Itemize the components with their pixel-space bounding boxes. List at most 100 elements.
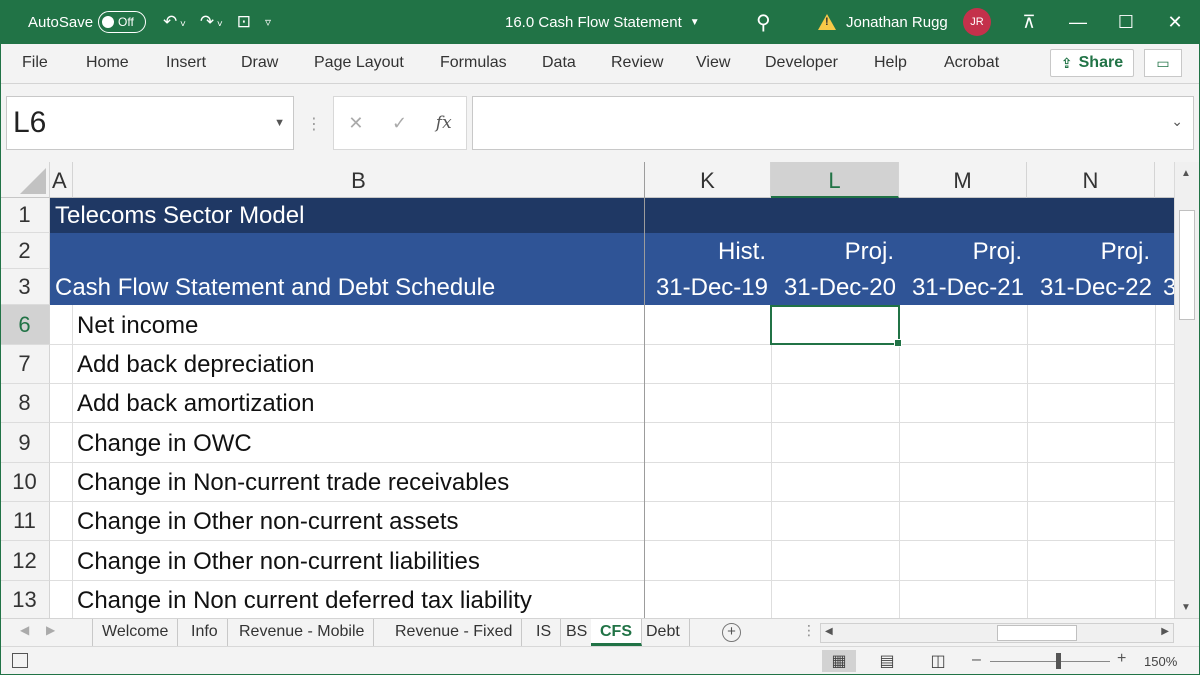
chevron-down-icon[interactable]: ▼	[274, 97, 285, 149]
row-header-1[interactable]: 1	[0, 198, 50, 233]
period-type-k[interactable]: Hist.	[645, 238, 766, 266]
scroll-left-icon[interactable]: ◀	[825, 626, 833, 637]
period-type-l[interactable]: Proj.	[771, 238, 894, 266]
page-layout-view-icon[interactable]: ▤	[870, 650, 904, 672]
zoom-slider[interactable]	[990, 661, 1110, 662]
sheet-tab-cfs[interactable]: CFS	[591, 619, 642, 646]
next-sheet-icon[interactable]: ▶	[46, 623, 55, 637]
camera-icon[interactable]: ⊡	[237, 12, 251, 32]
tab-formulas[interactable]: Formulas	[440, 44, 507, 84]
column-header-n[interactable]: N	[1027, 162, 1155, 198]
row-header-2[interactable]: 2	[0, 233, 50, 269]
normal-view-icon[interactable]: ▦	[822, 650, 856, 672]
scroll-up-icon[interactable]: ▲	[1181, 168, 1191, 179]
tab-file[interactable]: File	[22, 44, 48, 84]
tab-insert[interactable]: Insert	[166, 44, 206, 84]
line-item-owc[interactable]: Change in OWC	[77, 430, 252, 458]
row-header-11[interactable]: 11	[0, 502, 50, 541]
maximize-icon[interactable]: ☐	[1106, 0, 1146, 44]
tab-help[interactable]: Help	[874, 44, 907, 84]
scroll-down-icon[interactable]: ▼	[1181, 602, 1191, 613]
sheet-tab-revenue-fixed[interactable]: Revenue - Fixed	[386, 619, 523, 646]
scroll-thumb[interactable]	[997, 625, 1077, 641]
zoom-in-icon[interactable]: +	[1117, 650, 1126, 668]
vertical-scrollbar[interactable]: ▲ ▼	[1174, 162, 1200, 618]
horizontal-scrollbar[interactable]: ◀ ▶	[820, 623, 1174, 643]
line-item-nc-liabilities[interactable]: Change in Other non-current liabilities	[77, 548, 480, 576]
period-type-m[interactable]: Proj.	[899, 238, 1022, 266]
row-header-7[interactable]: 7	[0, 345, 50, 384]
tab-data[interactable]: Data	[542, 44, 576, 84]
tab-developer[interactable]: Developer	[765, 44, 838, 84]
zoom-level[interactable]: 150%	[1144, 654, 1177, 669]
search-icon[interactable]: ⚲	[756, 0, 771, 44]
undo-icon[interactable]: ↶ ˅	[163, 12, 186, 32]
close-icon[interactable]: ✕	[1155, 0, 1195, 44]
column-header-k[interactable]: K	[645, 162, 771, 198]
comments-button[interactable]: ▭	[1144, 49, 1182, 77]
line-item-net-income[interactable]: Net income	[77, 312, 198, 340]
tab-acrobat[interactable]: Acrobat	[944, 44, 999, 84]
formula-bar-splitter[interactable]: ⋮	[306, 114, 322, 134]
column-header-a[interactable]: A	[50, 162, 73, 198]
row-header-8[interactable]: 8	[0, 384, 50, 423]
autosave-toggle[interactable]: Off	[98, 0, 146, 44]
statement-title[interactable]: Cash Flow Statement and Debt Schedule	[55, 274, 495, 302]
zoom-out-icon[interactable]: –	[972, 651, 981, 669]
prev-sheet-icon[interactable]: ◀	[20, 623, 29, 637]
expand-formula-icon[interactable]: ⌄	[1171, 113, 1183, 130]
period-date-n[interactable]: 31-Dec-22	[1027, 274, 1152, 302]
period-date-m[interactable]: 31-Dec-21	[899, 274, 1024, 302]
formula-input[interactable]: ⌄	[472, 96, 1194, 150]
scroll-thumb[interactable]	[1179, 210, 1195, 320]
period-date-k[interactable]: 31-Dec-19	[645, 274, 768, 302]
tab-page-layout[interactable]: Page Layout	[314, 44, 404, 84]
period-type-n[interactable]: Proj.	[1027, 238, 1150, 266]
sheet-tab-debt[interactable]: Debt	[637, 619, 690, 646]
sheet-tab-info[interactable]: Info	[182, 619, 228, 646]
redo-icon[interactable]: ↷ ˅	[200, 12, 223, 32]
worksheet-grid[interactable]: A B K L M N 1 2 3 6 7 8 9 10 11 12 13 Te…	[0, 162, 1174, 618]
column-header-overflow[interactable]	[1155, 162, 1174, 198]
account-area[interactable]: Jonathan Rugg	[818, 0, 948, 44]
period-date-l[interactable]: 31-Dec-20	[771, 274, 896, 302]
zoom-slider-thumb[interactable]	[1056, 653, 1061, 669]
select-all-corner[interactable]	[0, 162, 50, 198]
model-title[interactable]: Telecoms Sector Model	[55, 202, 304, 230]
tab-draw[interactable]: Draw	[241, 44, 278, 84]
document-title[interactable]: 16.0 Cash Flow Statement ▼	[505, 0, 700, 44]
page-break-view-icon[interactable]: ◫	[921, 650, 955, 672]
sheet-tab-revenue-mobile[interactable]: Revenue - Mobile	[230, 619, 375, 646]
ribbon-display-icon[interactable]: ⊼	[1009, 0, 1049, 44]
cancel-icon[interactable]: ✕	[348, 113, 363, 134]
tab-splitter-icon[interactable]: ⋮	[802, 622, 816, 639]
column-header-b[interactable]: B	[73, 162, 645, 198]
line-item-deferred-tax[interactable]: Change in Non current deferred tax liabi…	[77, 587, 532, 615]
line-item-depreciation[interactable]: Add back depreciation	[77, 351, 315, 379]
line-item-nc-assets[interactable]: Change in Other non-current assets	[77, 508, 459, 536]
active-cell-l6[interactable]	[770, 305, 902, 347]
row-header-3[interactable]: 3	[0, 269, 50, 305]
name-box[interactable]: L6 ▼	[6, 96, 294, 150]
sheet-tab-is[interactable]: IS	[527, 619, 562, 646]
row-header-12[interactable]: 12	[0, 541, 50, 581]
share-button[interactable]: ⇪ Share	[1050, 49, 1134, 77]
insert-function-icon[interactable]: fx	[436, 113, 452, 133]
column-header-l[interactable]: L	[771, 162, 899, 198]
column-header-m[interactable]: M	[899, 162, 1027, 198]
enter-icon[interactable]: ✓	[392, 113, 407, 134]
row-header-10[interactable]: 10	[0, 463, 50, 502]
avatar[interactable]: JR	[963, 0, 991, 44]
scroll-right-icon[interactable]: ▶	[1161, 626, 1169, 637]
tab-view[interactable]: View	[696, 44, 730, 84]
line-item-nc-receivables[interactable]: Change in Non-current trade receivables	[77, 469, 509, 497]
customize-qat-icon[interactable]: ▿	[265, 15, 271, 29]
row-header-13[interactable]: 13	[0, 581, 50, 618]
tab-home[interactable]: Home	[86, 44, 129, 84]
line-item-amortization[interactable]: Add back amortization	[77, 390, 314, 418]
tab-review[interactable]: Review	[611, 44, 663, 84]
sheet-tab-welcome[interactable]: Welcome	[93, 619, 179, 646]
minimize-icon[interactable]: —	[1058, 0, 1098, 44]
row-header-9[interactable]: 9	[0, 423, 50, 463]
add-sheet-icon[interactable]: +	[722, 623, 741, 642]
